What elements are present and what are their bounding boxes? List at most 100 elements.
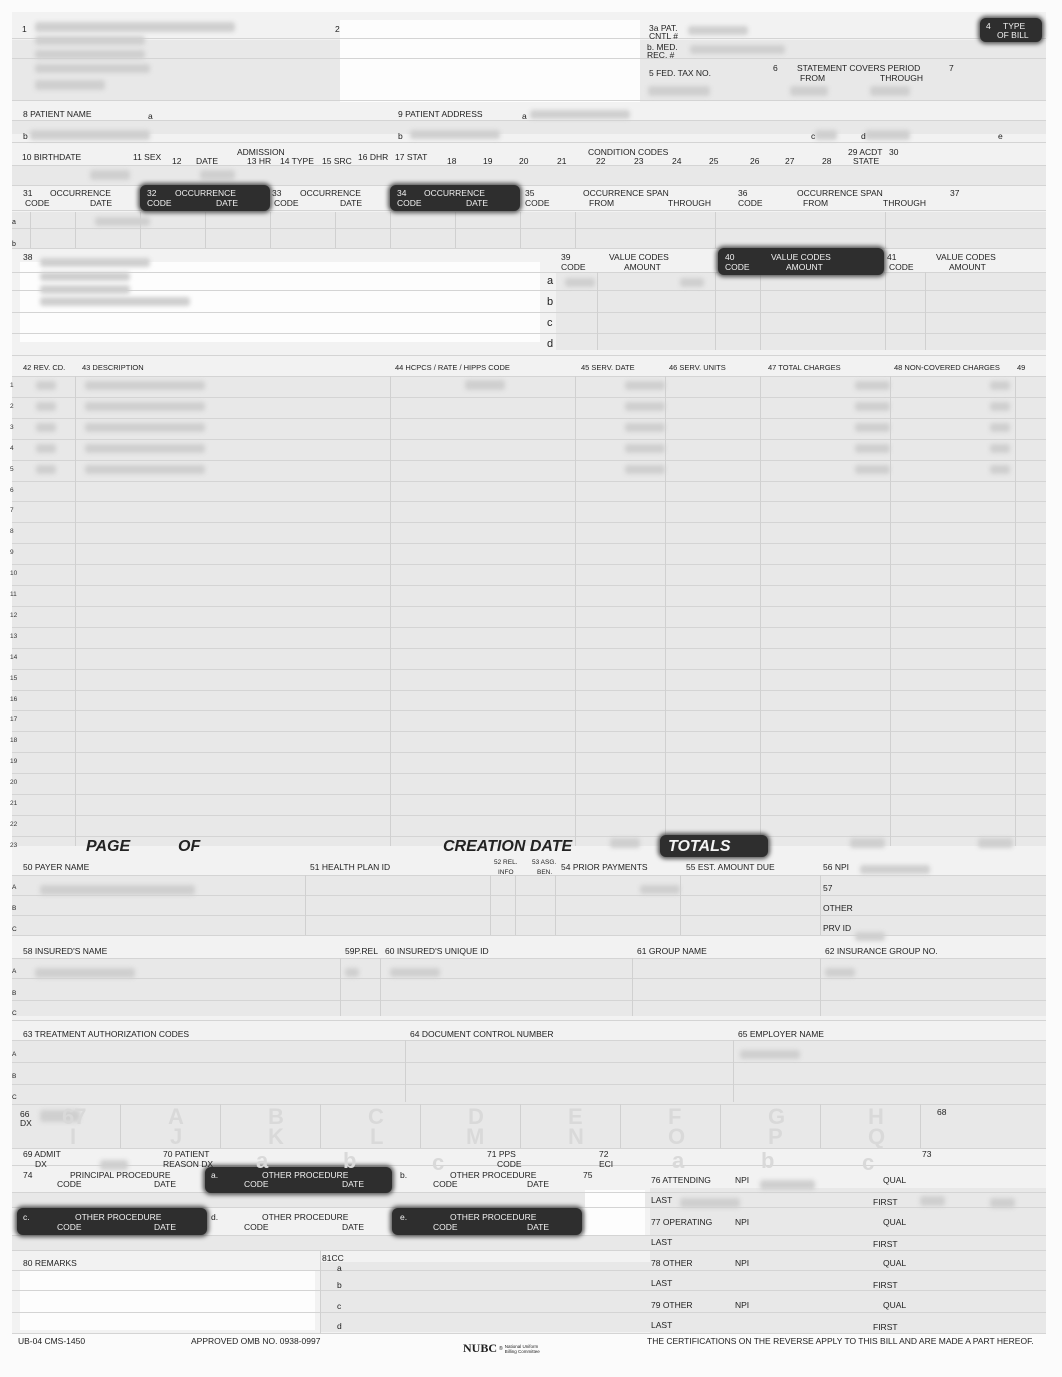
13-hr-label: 13 HR <box>247 156 272 166</box>
dx-divider <box>620 1104 621 1148</box>
date-label: DATE <box>342 1222 365 1232</box>
54-prior-payments-label: 54 PRIOR PAYMENTS <box>561 862 648 872</box>
code-label: CODE <box>738 198 763 208</box>
code-label: CODE <box>397 198 422 208</box>
service-line-number: 8 <box>10 528 14 536</box>
info-label: INFO <box>498 869 514 876</box>
last-label: LAST <box>651 1320 673 1330</box>
occurrence-divider <box>30 212 31 248</box>
redacted-value <box>90 170 130 180</box>
b-label: b <box>398 131 403 141</box>
b-label: b <box>761 1148 775 1173</box>
18-label: 18 <box>447 156 457 166</box>
c-label: c. <box>23 1212 30 1222</box>
redacted-service-value <box>625 381 665 390</box>
code-label: CODE <box>561 262 586 272</box>
redacted-value <box>35 64 150 73</box>
58-insured-s-name-label: 58 INSURED'S NAME <box>23 946 108 956</box>
date-label: DATE <box>216 198 239 208</box>
46-serv-units-label: 46 SERV. UNITS <box>669 363 726 372</box>
code-label: CODE <box>274 198 299 208</box>
redacted-service-value <box>85 422 205 432</box>
date-label: DATE <box>154 1222 177 1232</box>
redacted-value <box>40 297 190 306</box>
a-label: A <box>12 884 17 891</box>
16-dhr-label: 16 DHR <box>358 152 389 162</box>
rule-line <box>12 915 1046 916</box>
occurrence-label: OCCURRENCE <box>50 188 111 198</box>
9-patient-address-label: 9 PATIENT ADDRESS <box>398 109 483 119</box>
other-procedure-label: OTHER PROCEDURE <box>262 1170 349 1180</box>
npi-label: NPI <box>735 1300 750 1310</box>
first-label: FIRST <box>873 1280 898 1290</box>
d-label: d <box>861 131 866 141</box>
service-line-number: 1 <box>10 382 14 389</box>
redacted-service-value <box>36 443 56 453</box>
80-remarks-label: 80 REMARKS <box>23 1258 77 1268</box>
ub04-claim-form: 1 2 3a PAT. CNTL # b. MED. REC. #4 TYPE OF BILL… <box>0 0 1062 1377</box>
nubc-logo: NUBC ® National Uniform Billing Committee <box>463 1341 540 1356</box>
npi-label: NPI <box>735 1175 750 1185</box>
rule-line <box>12 958 1046 959</box>
code-label: CODE <box>433 1179 458 1189</box>
redacted-value <box>990 1198 1015 1208</box>
service-line-number: 17 <box>10 716 18 724</box>
redacted-value <box>610 838 640 848</box>
rule-line <box>12 1312 1046 1313</box>
occurrence-label: OCCURRENCE <box>300 188 361 198</box>
other-procedure-label: OTHER PROCEDURE <box>75 1212 162 1222</box>
service-column-divider <box>890 376 891 846</box>
approved-omb-no-0938-0997-label: APPROVED OMB NO. 0938-0997 <box>191 1336 321 1346</box>
55-est-amount-due-label: 55 EST. AMOUNT DUE <box>686 862 775 872</box>
22-label: 22 <box>596 156 606 166</box>
49-label: 49 <box>1017 363 1026 372</box>
l-label: L <box>370 1124 384 1149</box>
cntl-label: CNTL # <box>649 31 678 41</box>
redacted-value <box>410 130 500 139</box>
redacted-service-value <box>990 464 1010 474</box>
redacted-service-value <box>85 464 205 474</box>
34-label: 34 <box>397 188 407 198</box>
condition-codes-label: CONDITION CODES <box>588 147 669 157</box>
redacted-value <box>35 50 145 59</box>
occurrence-divider <box>270 212 271 248</box>
code-label: CODE <box>244 1179 269 1189</box>
redacted-value <box>35 22 235 32</box>
k-label: K <box>268 1124 284 1149</box>
redacted-value <box>35 80 105 90</box>
c-label: c <box>547 317 553 329</box>
field-band <box>556 272 1046 350</box>
service-column-divider <box>575 376 576 846</box>
dx-divider <box>720 1104 721 1148</box>
redacted-value <box>648 86 710 96</box>
rule-line <box>12 1000 1046 1001</box>
76-attending-label: 76 ATTENDING <box>651 1175 711 1185</box>
59p-rel-label: 59P.REL <box>345 946 378 956</box>
auth-divider <box>405 1040 406 1102</box>
redacted-service-value <box>85 381 205 390</box>
rule-line <box>12 38 1046 39</box>
date-label: DATE <box>527 1179 550 1189</box>
d-label: d <box>547 338 554 350</box>
redacted-service-value <box>990 422 1010 432</box>
rec-label: REC. # <box>647 50 675 60</box>
date-label: DATE <box>527 1222 550 1232</box>
redacted-service-value <box>625 443 665 453</box>
first-label: FIRST <box>873 1322 898 1332</box>
c-label: c <box>862 1150 875 1175</box>
totals-label: TOTALS <box>668 838 731 855</box>
50-payer-name-label: 50 PAYER NAME <box>23 862 90 872</box>
dx-divider <box>820 1104 821 1148</box>
code-label: CODE <box>433 1222 458 1232</box>
qual-label: QUAL <box>883 1258 907 1268</box>
amount-label: AMOUNT <box>786 262 823 272</box>
redacted-value <box>390 968 440 977</box>
reason-dx-label: REASON DX <box>163 1159 214 1169</box>
78-other-label: 78 OTHER <box>651 1258 693 1268</box>
dx-divider <box>420 1104 421 1148</box>
i-label: I <box>70 1124 77 1149</box>
26-label: 26 <box>750 156 760 166</box>
service-column-divider <box>1015 376 1016 846</box>
71-pps-label: 71 PPS <box>487 1149 516 1159</box>
from-label: FROM <box>803 198 829 208</box>
